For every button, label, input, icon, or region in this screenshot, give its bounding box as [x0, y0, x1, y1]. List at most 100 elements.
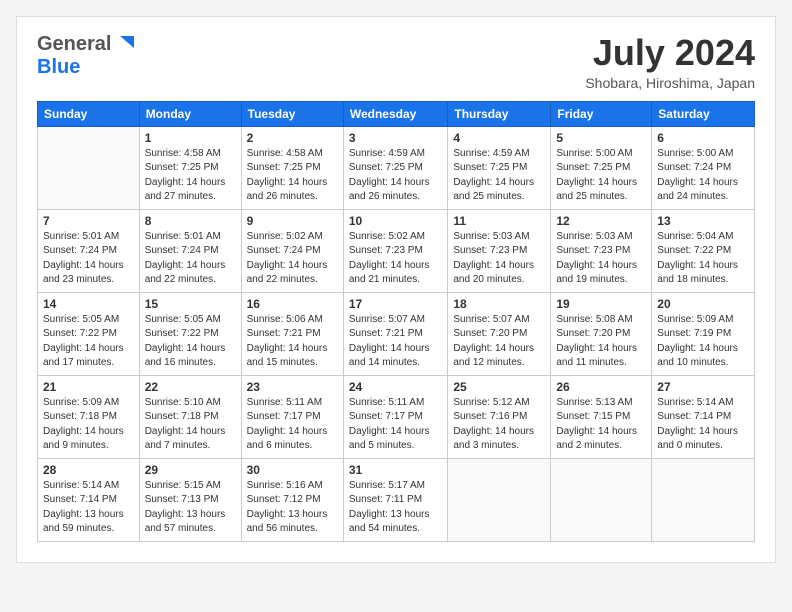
day-number: 18 — [453, 297, 545, 311]
location: Shobara, Hiroshima, Japan — [585, 75, 755, 91]
calendar-week-row: 7Sunrise: 5:01 AM Sunset: 7:24 PM Daylig… — [38, 209, 755, 292]
day-info: Sunrise: 5:09 AM Sunset: 7:18 PM Dayligh… — [43, 396, 134, 454]
day-info: Sunrise: 5:13 AM Sunset: 7:15 PM Dayligh… — [556, 396, 646, 454]
day-info: Sunrise: 5:02 AM Sunset: 7:23 PM Dayligh… — [349, 230, 443, 288]
calendar-day-cell: 18 Sunrise: 5:07 AM Sunset: 7:20 PM Dayli… — [448, 292, 551, 375]
calendar-day-cell: 7Sunrise: 5:01 AM Sunset: 7:24 PM Daylig… — [38, 209, 140, 292]
calendar-table: SundayMondayTuesdayWednesdayThursdayFrid… — [37, 101, 755, 542]
day-info: Sunrise: 5:03 AM Sunset: 7:23 PM Dayligh… — [453, 230, 545, 288]
weekday-header-cell: Sunday — [38, 101, 140, 126]
day-info: Sunrise: 4:59 AM Sunset: 7:25 PM Dayligh… — [453, 147, 545, 205]
calendar-week-row: 28Sunrise: 5:14 AM Sunset: 7:14 PM Dayli… — [38, 458, 755, 541]
calendar-day-cell — [38, 126, 140, 209]
calendar-day-cell: 2 Sunrise: 4:58 AM Sunset: 7:25 PM Daylig… — [241, 126, 343, 209]
day-info: Sunrise: 5:09 AM Sunset: 7:19 PM Dayligh… — [657, 313, 749, 371]
day-number: 29 — [145, 463, 236, 477]
weekday-header-cell: Friday — [551, 101, 652, 126]
day-info: Sunrise: 5:07 AM Sunset: 7:21 PM Dayligh… — [349, 313, 443, 371]
weekday-header-cell: Monday — [139, 101, 241, 126]
calendar-day-cell: 16Sunrise: 5:06 AM Sunset: 7:21 PM Dayli… — [241, 292, 343, 375]
day-number: 3 — [349, 131, 443, 145]
calendar-week-row: 1 Sunrise: 4:58 AM Sunset: 7:25 PM Daylig… — [38, 126, 755, 209]
day-info: Sunrise: 5:15 AM Sunset: 7:13 PM Dayligh… — [145, 479, 236, 537]
calendar-day-cell: 13 Sunrise: 5:04 AM Sunset: 7:22 PM Dayli… — [652, 209, 755, 292]
calendar-day-cell: 5 Sunrise: 5:00 AM Sunset: 7:25 PM Daylig… — [551, 126, 652, 209]
page-container: General Blue July 2024 Shobara, Hiroshim… — [16, 16, 776, 563]
calendar-week-row: 14Sunrise: 5:05 AM Sunset: 7:22 PM Dayli… — [38, 292, 755, 375]
day-info: Sunrise: 5:05 AM Sunset: 7:22 PM Dayligh… — [145, 313, 236, 371]
day-info: Sunrise: 4:59 AM Sunset: 7:25 PM Dayligh… — [349, 147, 443, 205]
calendar-day-cell: 19Sunrise: 5:08 AM Sunset: 7:20 PM Dayli… — [551, 292, 652, 375]
calendar-day-cell: 6 Sunrise: 5:00 AM Sunset: 7:24 PM Daylig… — [652, 126, 755, 209]
day-info: Sunrise: 5:17 AM Sunset: 7:11 PM Dayligh… — [349, 479, 443, 537]
calendar-day-cell: 25Sunrise: 5:12 AM Sunset: 7:16 PM Dayli… — [448, 375, 551, 458]
calendar-day-cell: 23Sunrise: 5:11 AM Sunset: 7:17 PM Dayli… — [241, 375, 343, 458]
day-number: 20 — [657, 297, 749, 311]
calendar-day-cell — [551, 458, 652, 541]
day-number: 22 — [145, 380, 236, 394]
day-info: Sunrise: 5:04 AM Sunset: 7:22 PM Dayligh… — [657, 230, 749, 288]
day-info: Sunrise: 5:14 AM Sunset: 7:14 PM Dayligh… — [657, 396, 749, 454]
weekday-header-row: SundayMondayTuesdayWednesdayThursdayFrid… — [38, 101, 755, 126]
day-info: Sunrise: 5:01 AM Sunset: 7:24 PM Dayligh… — [145, 230, 236, 288]
day-number: 4 — [453, 131, 545, 145]
day-number: 16 — [247, 297, 338, 311]
calendar-week-row: 21Sunrise: 5:09 AM Sunset: 7:18 PM Dayli… — [38, 375, 755, 458]
calendar-day-cell: 29 Sunrise: 5:15 AM Sunset: 7:13 PM Dayli… — [139, 458, 241, 541]
day-info: Sunrise: 5:00 AM Sunset: 7:25 PM Dayligh… — [556, 147, 646, 205]
day-info: Sunrise: 5:16 AM Sunset: 7:12 PM Dayligh… — [247, 479, 338, 537]
calendar-day-cell: 12 Sunrise: 5:03 AM Sunset: 7:23 PM Dayli… — [551, 209, 652, 292]
day-number: 31 — [349, 463, 443, 477]
calendar-day-cell — [448, 458, 551, 541]
day-number: 17 — [349, 297, 443, 311]
day-number: 5 — [556, 131, 646, 145]
month-year: July 2024 — [585, 33, 755, 73]
calendar-day-cell: 21Sunrise: 5:09 AM Sunset: 7:18 PM Dayli… — [38, 375, 140, 458]
calendar-day-cell: 24Sunrise: 5:11 AM Sunset: 7:17 PM Dayli… — [343, 375, 448, 458]
calendar-day-cell — [652, 458, 755, 541]
day-info: Sunrise: 5:02 AM Sunset: 7:24 PM Dayligh… — [247, 230, 338, 288]
day-info: Sunrise: 5:03 AM Sunset: 7:23 PM Dayligh… — [556, 230, 646, 288]
weekday-header-cell: Tuesday — [241, 101, 343, 126]
calendar-body: 1 Sunrise: 4:58 AM Sunset: 7:25 PM Daylig… — [38, 126, 755, 541]
day-number: 13 — [657, 214, 749, 228]
calendar-day-cell: 22 Sunrise: 5:10 AM Sunset: 7:18 PM Dayli… — [139, 375, 241, 458]
calendar-day-cell: 27Sunrise: 5:14 AM Sunset: 7:14 PM Dayli… — [652, 375, 755, 458]
calendar-day-cell: 28Sunrise: 5:14 AM Sunset: 7:14 PM Dayli… — [38, 458, 140, 541]
logo-blue-text: Blue — [37, 56, 80, 78]
day-number: 9 — [247, 214, 338, 228]
logo-icon — [112, 32, 134, 54]
day-number: 23 — [247, 380, 338, 394]
day-info: Sunrise: 5:01 AM Sunset: 7:24 PM Dayligh… — [43, 230, 134, 288]
day-number: 24 — [349, 380, 443, 394]
title-block: July 2024 Shobara, Hiroshima, Japan — [585, 33, 755, 91]
calendar-day-cell: 9 Sunrise: 5:02 AM Sunset: 7:24 PM Daylig… — [241, 209, 343, 292]
day-number: 28 — [43, 463, 134, 477]
day-info: Sunrise: 4:58 AM Sunset: 7:25 PM Dayligh… — [247, 147, 338, 205]
day-info: Sunrise: 5:08 AM Sunset: 7:20 PM Dayligh… — [556, 313, 646, 371]
day-number: 8 — [145, 214, 236, 228]
calendar-day-cell: 3 Sunrise: 4:59 AM Sunset: 7:25 PM Daylig… — [343, 126, 448, 209]
day-number: 11 — [453, 214, 545, 228]
day-number: 30 — [247, 463, 338, 477]
calendar-day-cell: 20 Sunrise: 5:09 AM Sunset: 7:19 PM Dayli… — [652, 292, 755, 375]
calendar-day-cell: 26Sunrise: 5:13 AM Sunset: 7:15 PM Dayli… — [551, 375, 652, 458]
day-number: 12 — [556, 214, 646, 228]
calendar-day-cell: 17 Sunrise: 5:07 AM Sunset: 7:21 PM Dayli… — [343, 292, 448, 375]
day-info: Sunrise: 5:05 AM Sunset: 7:22 PM Dayligh… — [43, 313, 134, 371]
day-number: 2 — [247, 131, 338, 145]
calendar-day-cell: 11 Sunrise: 5:03 AM Sunset: 7:23 PM Dayli… — [448, 209, 551, 292]
day-info: Sunrise: 5:12 AM Sunset: 7:16 PM Dayligh… — [453, 396, 545, 454]
day-number: 15 — [145, 297, 236, 311]
day-number: 10 — [349, 214, 443, 228]
day-info: Sunrise: 5:07 AM Sunset: 7:20 PM Dayligh… — [453, 313, 545, 371]
day-number: 1 — [145, 131, 236, 145]
day-info: Sunrise: 5:10 AM Sunset: 7:18 PM Dayligh… — [145, 396, 236, 454]
header: General Blue July 2024 Shobara, Hiroshim… — [37, 33, 755, 91]
calendar-day-cell: 1 Sunrise: 4:58 AM Sunset: 7:25 PM Daylig… — [139, 126, 241, 209]
logo: General Blue — [37, 33, 134, 79]
logo-general-text: General — [37, 33, 111, 56]
day-info: Sunrise: 4:58 AM Sunset: 7:25 PM Dayligh… — [145, 147, 236, 205]
day-number: 6 — [657, 131, 749, 145]
day-info: Sunrise: 5:00 AM Sunset: 7:24 PM Dayligh… — [657, 147, 749, 205]
